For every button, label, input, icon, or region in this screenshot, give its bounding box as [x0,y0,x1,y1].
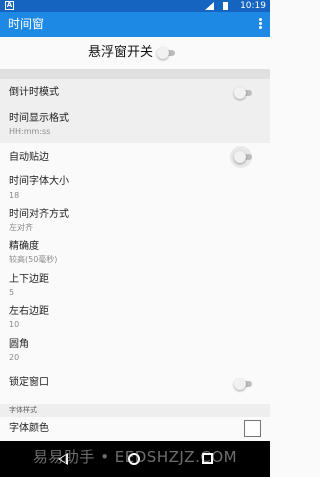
lock-window-row[interactable]: 锁定窗口 [0,369,270,399]
lock-window-switch[interactable] [234,378,254,390]
vertical-margin-label: 上下边距 [9,274,49,285]
floating-window-switch-label: 悬浮窗开关 [88,45,154,60]
section-divider [0,69,270,79]
auto-snap-switch[interactable] [234,151,254,163]
time-format-row[interactable]: 时间显示格式 HH:mm:ss [0,106,270,143]
precision-row[interactable]: 精确度 较高(50毫秒) [0,237,270,270]
corner-radius-row[interactable]: 圆角 20 [0,335,270,367]
toolbar-title: 时间窗 [8,17,45,31]
more-vert-icon[interactable] [259,17,263,32]
auto-snap-label: 自动贴边 [9,152,49,163]
alignment-row[interactable]: 时间对齐方式 左对齐 [0,204,270,237]
alignment-value: 左对齐 [9,223,33,232]
countdown-mode-row[interactable]: 倒计时模式 [0,79,270,106]
time-format-label: 时间显示格式 [9,113,69,124]
vertical-margin-value: 5 [9,288,15,297]
countdown-mode-label: 倒计时模式 [9,87,59,98]
countdown-mode-switch[interactable] [234,87,254,99]
floating-window-switch-row[interactable]: 悬浮窗开关 [0,37,270,69]
precision-value: 较高(50毫秒) [9,255,58,264]
font-style-section-header: 字体样式 [0,404,270,417]
font-size-value: 18 [9,191,20,200]
font-size-label: 时间字体大小 [9,176,69,187]
status-time: 10:19 [240,1,266,11]
precision-label: 精确度 [9,241,39,252]
time-format-value: HH:mm:ss [9,127,51,136]
floating-window-switch[interactable] [157,47,177,59]
font-size-row[interactable]: 时间字体大小 18 [0,172,270,204]
horizontal-margin-value: 10 [9,320,20,329]
signal-icon [205,2,214,10]
auto-snap-row[interactable]: 自动贴边 [0,143,270,170]
font-style-section-title: 字体样式 [9,406,37,414]
vertical-margin-row[interactable]: 上下边距 5 [0,270,270,302]
app-toolbar: 时间窗 [0,12,270,37]
horizontal-margin-row[interactable]: 左右边距 10 [0,302,270,335]
watermark: 易易助手 • EEDSHZJZ.COM [32,448,238,466]
notification-a-icon: A [5,1,14,10]
font-color-row[interactable]: 字体颜色 [0,417,270,441]
lock-window-label: 锁定窗口 [9,377,49,388]
horizontal-margin-label: 左右边距 [9,306,49,317]
font-color-label: 字体颜色 [9,423,49,434]
corner-radius-value: 20 [9,353,20,362]
corner-radius-label: 圆角 [9,339,29,350]
status-bar: A 10:19 [0,0,270,12]
battery-icon [223,2,228,10]
alignment-label: 时间对齐方式 [9,209,69,220]
font-color-swatch[interactable] [244,420,261,437]
